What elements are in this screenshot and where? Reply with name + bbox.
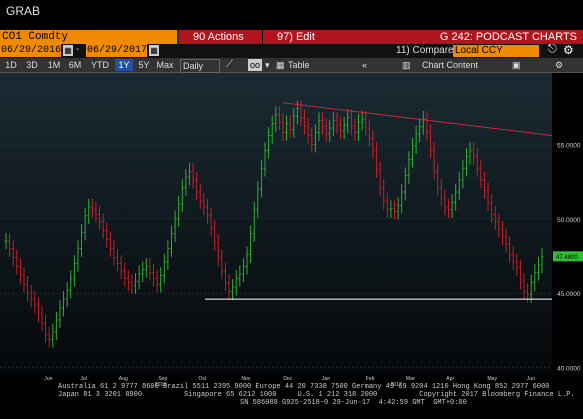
footer-line-3: SN 586088 G925-2518-0 29-Jun-17 4:42:59 … <box>240 399 467 407</box>
calendar-icon[interactable]: ▦ <box>63 45 73 56</box>
period-max[interactable]: Max <box>155 59 175 71</box>
price-chart[interactable]: 55.0000 50.0000 45.0000 40.0000 47.4800 <box>0 73 583 375</box>
compare-button[interactable]: 11) Compare <box>396 45 454 56</box>
x-tick-label: Aug <box>119 376 128 382</box>
period-3d[interactable]: 3D <box>23 59 41 71</box>
start-date-field[interactable]: 06/29/2016 <box>0 44 61 57</box>
x-tick-label: Mar <box>406 376 415 382</box>
chart-content-button[interactable]: Chart Content <box>422 59 478 71</box>
collapse-icon[interactable]: « <box>362 59 367 71</box>
page-title: G 242: PODCAST CHARTS <box>439 31 577 43</box>
frequency-select[interactable]: Daily <box>180 59 220 73</box>
line-chart-icon[interactable]: ⟋ <box>226 59 233 71</box>
x-tick-label: Jun <box>44 376 52 382</box>
window-title: GRAB <box>6 4 41 18</box>
y-tick-label: 40.0000 <box>557 366 581 373</box>
expand-icon[interactable]: ▣ <box>512 59 521 71</box>
end-date-field[interactable]: 06/29/2017 <box>86 44 147 57</box>
chart-content-icon[interactable]: ▥ <box>402 59 411 71</box>
period-1d[interactable]: 1D <box>3 59 19 71</box>
y-tick-label: 50.0000 <box>557 217 581 224</box>
ticker-label: CO1 Comdty <box>2 31 69 43</box>
x-tick-label: Sep <box>158 376 167 382</box>
candle-chart-icon[interactable]: oo <box>248 59 262 71</box>
x-tick-label: Dec <box>283 376 293 382</box>
period-ytd[interactable]: YTD <box>89 59 111 71</box>
x-tick-label: Jan <box>322 376 330 382</box>
actions-label: 90 Actions <box>193 31 244 43</box>
x-tick-label: Apr <box>446 376 454 382</box>
actions-button[interactable]: 90 Actions <box>179 30 262 44</box>
period-5y[interactable]: 5Y <box>136 59 152 71</box>
x-tick-label: Jun <box>527 376 535 382</box>
y-tick-label: 45.0000 <box>557 291 581 298</box>
table-icon[interactable]: ▦ <box>276 59 285 71</box>
x-tick-label: Jul <box>80 376 87 382</box>
y-tick-label: 55.0000 <box>557 142 581 149</box>
period-1m[interactable]: 1M <box>45 59 63 71</box>
date-separator: - <box>76 44 80 55</box>
edit-label: 97) Edit <box>277 31 315 43</box>
x-tick-label: Oct <box>199 376 208 382</box>
settings-icon[interactable]: ⚙ <box>555 59 563 71</box>
footer-line-1: Australia 61 2 9777 8600 Brazil 5511 239… <box>58 383 550 391</box>
calendar-icon[interactable]: ▦ <box>149 45 159 56</box>
last-price-label: 47.4800 <box>556 255 578 261</box>
page-title-bar: G 242: PODCAST CHARTS <box>344 30 583 44</box>
currency-select[interactable]: Local CCY <box>453 45 539 57</box>
x-tick-label: Nov <box>241 376 251 382</box>
footer: Australia 61 2 9777 8600 Brazil 5511 239… <box>58 383 578 407</box>
period-6m[interactable]: 6M <box>66 59 84 71</box>
x-tick-label: Feb <box>366 376 375 382</box>
settings-icon[interactable]: ⚙ <box>563 43 574 57</box>
edit-button[interactable]: 97) Edit <box>262 30 345 44</box>
x-tick-label: May <box>487 376 497 382</box>
table-button[interactable]: Table <box>288 59 310 71</box>
export-icon[interactable]: ⎋ <box>548 43 557 56</box>
footer-line-2: Japan 81 3 3201 8900 Singapore 65 6212 1… <box>58 391 575 399</box>
chevron-down-icon[interactable]: ▾ <box>265 59 270 71</box>
period-1y[interactable]: 1Y <box>115 59 133 71</box>
